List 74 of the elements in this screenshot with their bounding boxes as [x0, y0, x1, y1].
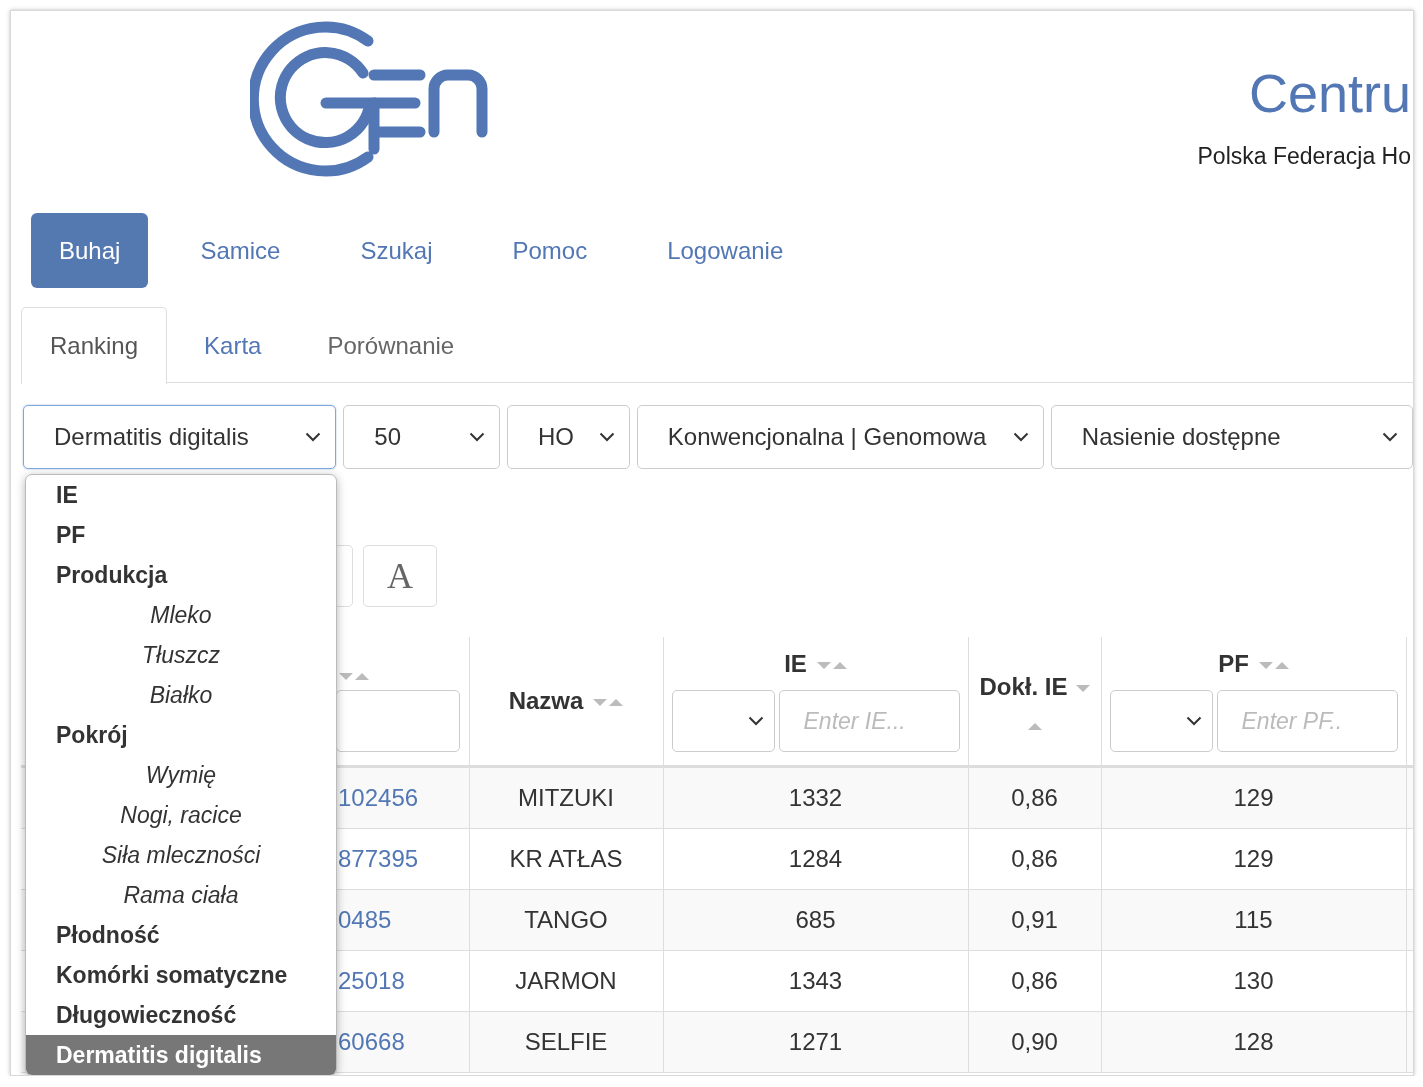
dropdown-select[interactable]: 50 — [343, 405, 500, 469]
menu-item[interactable]: Komórki somatyczne — [26, 955, 336, 995]
table-cell: TANGO — [524, 906, 608, 933]
bull-id-link[interactable]: 102456 — [338, 784, 419, 811]
table-cell: KR ATŁAS — [509, 845, 623, 872]
chevron-icon — [1012, 432, 1029, 442]
table-cell: 1284 — [788, 845, 843, 872]
menu-item[interactable]: Dermatitis digitalis — [26, 1035, 336, 1075]
column-header[interactable]: PF — [1218, 650, 1249, 678]
table-cell: 115 — [1234, 906, 1273, 933]
table-cell: 128 — [1233, 1028, 1274, 1055]
nav-link[interactable]: Szukaj — [332, 213, 461, 288]
nav-link[interactable]: Samice — [172, 213, 309, 288]
menu-item[interactable]: Mleko — [26, 595, 336, 635]
table-cell: MITZUKI — [518, 784, 614, 811]
menu-item[interactable]: Płodność — [26, 915, 336, 955]
chevron-icon — [598, 432, 615, 442]
bull-id-link[interactable]: 60668 — [338, 1028, 405, 1055]
table-cell: 1343 — [788, 967, 843, 994]
menu-item[interactable]: Tłuszcz — [26, 635, 336, 675]
site-title: Centru — [1247, 63, 1411, 123]
menu-item[interactable]: Produkcja — [26, 555, 336, 595]
menu-item[interactable]: IE — [26, 475, 336, 515]
menu-item[interactable]: Wymię — [26, 755, 336, 795]
operator-select[interactable] — [671, 690, 775, 752]
dropdown-select[interactable]: HO — [507, 405, 630, 469]
sort-icon[interactable] — [816, 662, 847, 670]
chevron-icon — [1382, 432, 1398, 442]
sort-icon[interactable] — [1027, 722, 1042, 730]
nav-link[interactable]: Logowanie — [639, 213, 812, 288]
menu-item[interactable]: Pokrój — [26, 715, 336, 755]
site-subtitle: Polska Federacja Ho — [1197, 143, 1411, 170]
chevron-icon — [469, 432, 485, 442]
table-cell: 0,91 — [1011, 906, 1058, 933]
filter-input[interactable] — [336, 690, 460, 753]
menu-item[interactable]: Białko — [26, 675, 336, 715]
bull-id-link[interactable]: 25018 — [338, 967, 405, 994]
operator-select[interactable] — [1109, 690, 1213, 752]
font-size-button[interactable]: A — [363, 545, 437, 607]
tab[interactable]: Karta — [175, 307, 291, 382]
menu-item[interactable]: Nogi, racice — [26, 795, 336, 835]
menu-item[interactable]: Długowieczność — [26, 995, 336, 1035]
table-cell: 0,86 — [1011, 784, 1058, 811]
table-cell: 0,90 — [1011, 1028, 1058, 1055]
bull-id-link[interactable]: 0485 — [338, 906, 392, 933]
table-cell: 1271 — [788, 1028, 843, 1055]
sort-icon[interactable] — [1075, 684, 1090, 692]
sort-icon[interactable] — [1258, 662, 1289, 670]
menu-item[interactable]: Siła mleczności — [26, 835, 336, 875]
column-header[interactable]: Nazwa — [508, 687, 584, 715]
table-cell: 0,86 — [1011, 845, 1058, 872]
column-header[interactable]: IE — [784, 650, 807, 678]
menu-item[interactable]: PF — [26, 515, 336, 555]
table-cell: 129 — [1233, 845, 1274, 872]
dropdown-select[interactable]: Konwencjonalna | Genomowa — [636, 405, 1044, 469]
bull-id-link[interactable]: 877395 — [338, 845, 419, 872]
chevron-icon — [747, 716, 764, 726]
table-cell: 685 — [795, 906, 836, 933]
menu-item[interactable]: Rama ciała — [26, 875, 336, 915]
table-cell: 0,86 — [1011, 967, 1058, 994]
nav-link[interactable]: Buhaj — [31, 213, 149, 288]
table-cell: 1332 — [788, 784, 843, 811]
column-header[interactable]: Dokł. IE — [979, 672, 1068, 701]
nav-link[interactable]: Pomoc — [484, 213, 616, 288]
chevron-icon — [305, 432, 322, 442]
dropdown-select[interactable]: Dermatitis digitalis — [23, 405, 337, 469]
table-cell: 129 — [1233, 784, 1274, 811]
chevron-icon — [1185, 716, 1202, 726]
tab[interactable]: Ranking — [21, 307, 168, 384]
table-cell: SELFIE — [524, 1028, 608, 1055]
table-cell: 130 — [1233, 967, 1274, 994]
dropdown-select[interactable]: Nasienie dostępne — [1050, 405, 1413, 469]
table-cell: JARMON — [515, 967, 617, 994]
sort-icon[interactable] — [593, 699, 624, 707]
